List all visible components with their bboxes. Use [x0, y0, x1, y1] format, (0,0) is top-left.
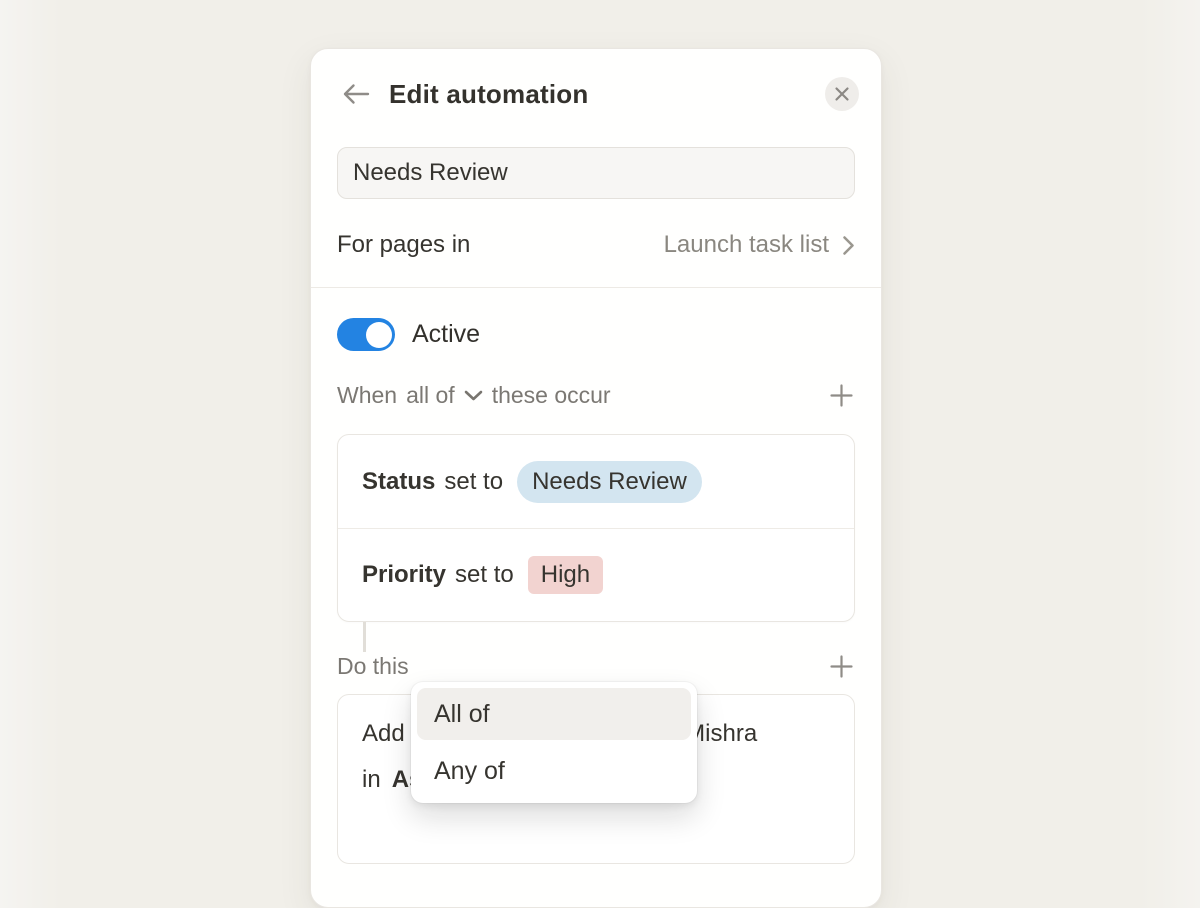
when-prefix: When [337, 382, 397, 409]
priority-value-pill: High [528, 556, 603, 594]
action-verb: Add [362, 720, 405, 748]
trigger-row-status[interactable]: Status set to Needs Review [338, 435, 854, 528]
condition-dropdown-menu: All of Any of [411, 682, 697, 803]
trigger-verb: set to [444, 468, 503, 496]
dropdown-option-all-of[interactable]: All of [417, 688, 691, 740]
for-pages-label: For pages in [337, 231, 470, 259]
arrow-left-icon [341, 83, 371, 105]
add-action-button[interactable] [827, 652, 855, 680]
flow-connector-line [363, 622, 366, 652]
trigger-property: Priority [362, 561, 446, 589]
close-button[interactable] [825, 77, 859, 111]
active-label: Active [412, 320, 480, 349]
when-row: When all of these occur [337, 381, 855, 409]
condition-type-selector[interactable]: all of [406, 382, 483, 409]
condition-type-value: all of [406, 382, 455, 409]
toggle-knob [366, 322, 392, 348]
page-title: Edit automation [389, 79, 588, 110]
trigger-property: Status [362, 468, 435, 496]
when-suffix: these occur [492, 382, 611, 409]
status-value-pill: Needs Review [517, 461, 702, 503]
dropdown-option-any-of[interactable]: Any of [417, 745, 691, 797]
close-icon [834, 86, 850, 102]
target-database-button[interactable]: Launch task list [664, 231, 855, 259]
automation-body: Active When all of these occur Status se… [311, 318, 881, 864]
active-toggle[interactable] [337, 318, 395, 351]
dropdown-option-label: Any of [434, 757, 505, 786]
action-preposition: in [362, 766, 381, 794]
plus-icon [828, 382, 855, 409]
edit-automation-dialog: Edit automation For pages in Launch task… [310, 48, 882, 908]
target-database-value: Launch task list [664, 231, 829, 259]
active-row: Active [337, 318, 855, 351]
plus-icon [828, 653, 855, 680]
do-this-row: Do this [337, 652, 855, 680]
triggers-card: Status set to Needs Review Priority set … [337, 434, 855, 622]
chevron-right-icon [842, 235, 855, 256]
add-trigger-button[interactable] [827, 381, 855, 409]
divider [311, 287, 881, 288]
do-this-label: Do this [337, 653, 409, 680]
for-pages-row: For pages in Launch task list [337, 217, 855, 273]
automation-name-input[interactable] [337, 147, 855, 199]
chevron-down-icon [464, 390, 483, 401]
back-button[interactable] [341, 82, 373, 106]
dropdown-option-label: All of [434, 700, 490, 729]
dialog-header: Edit automation [311, 49, 881, 111]
trigger-verb: set to [455, 561, 514, 589]
trigger-row-priority[interactable]: Priority set to High [338, 528, 854, 621]
